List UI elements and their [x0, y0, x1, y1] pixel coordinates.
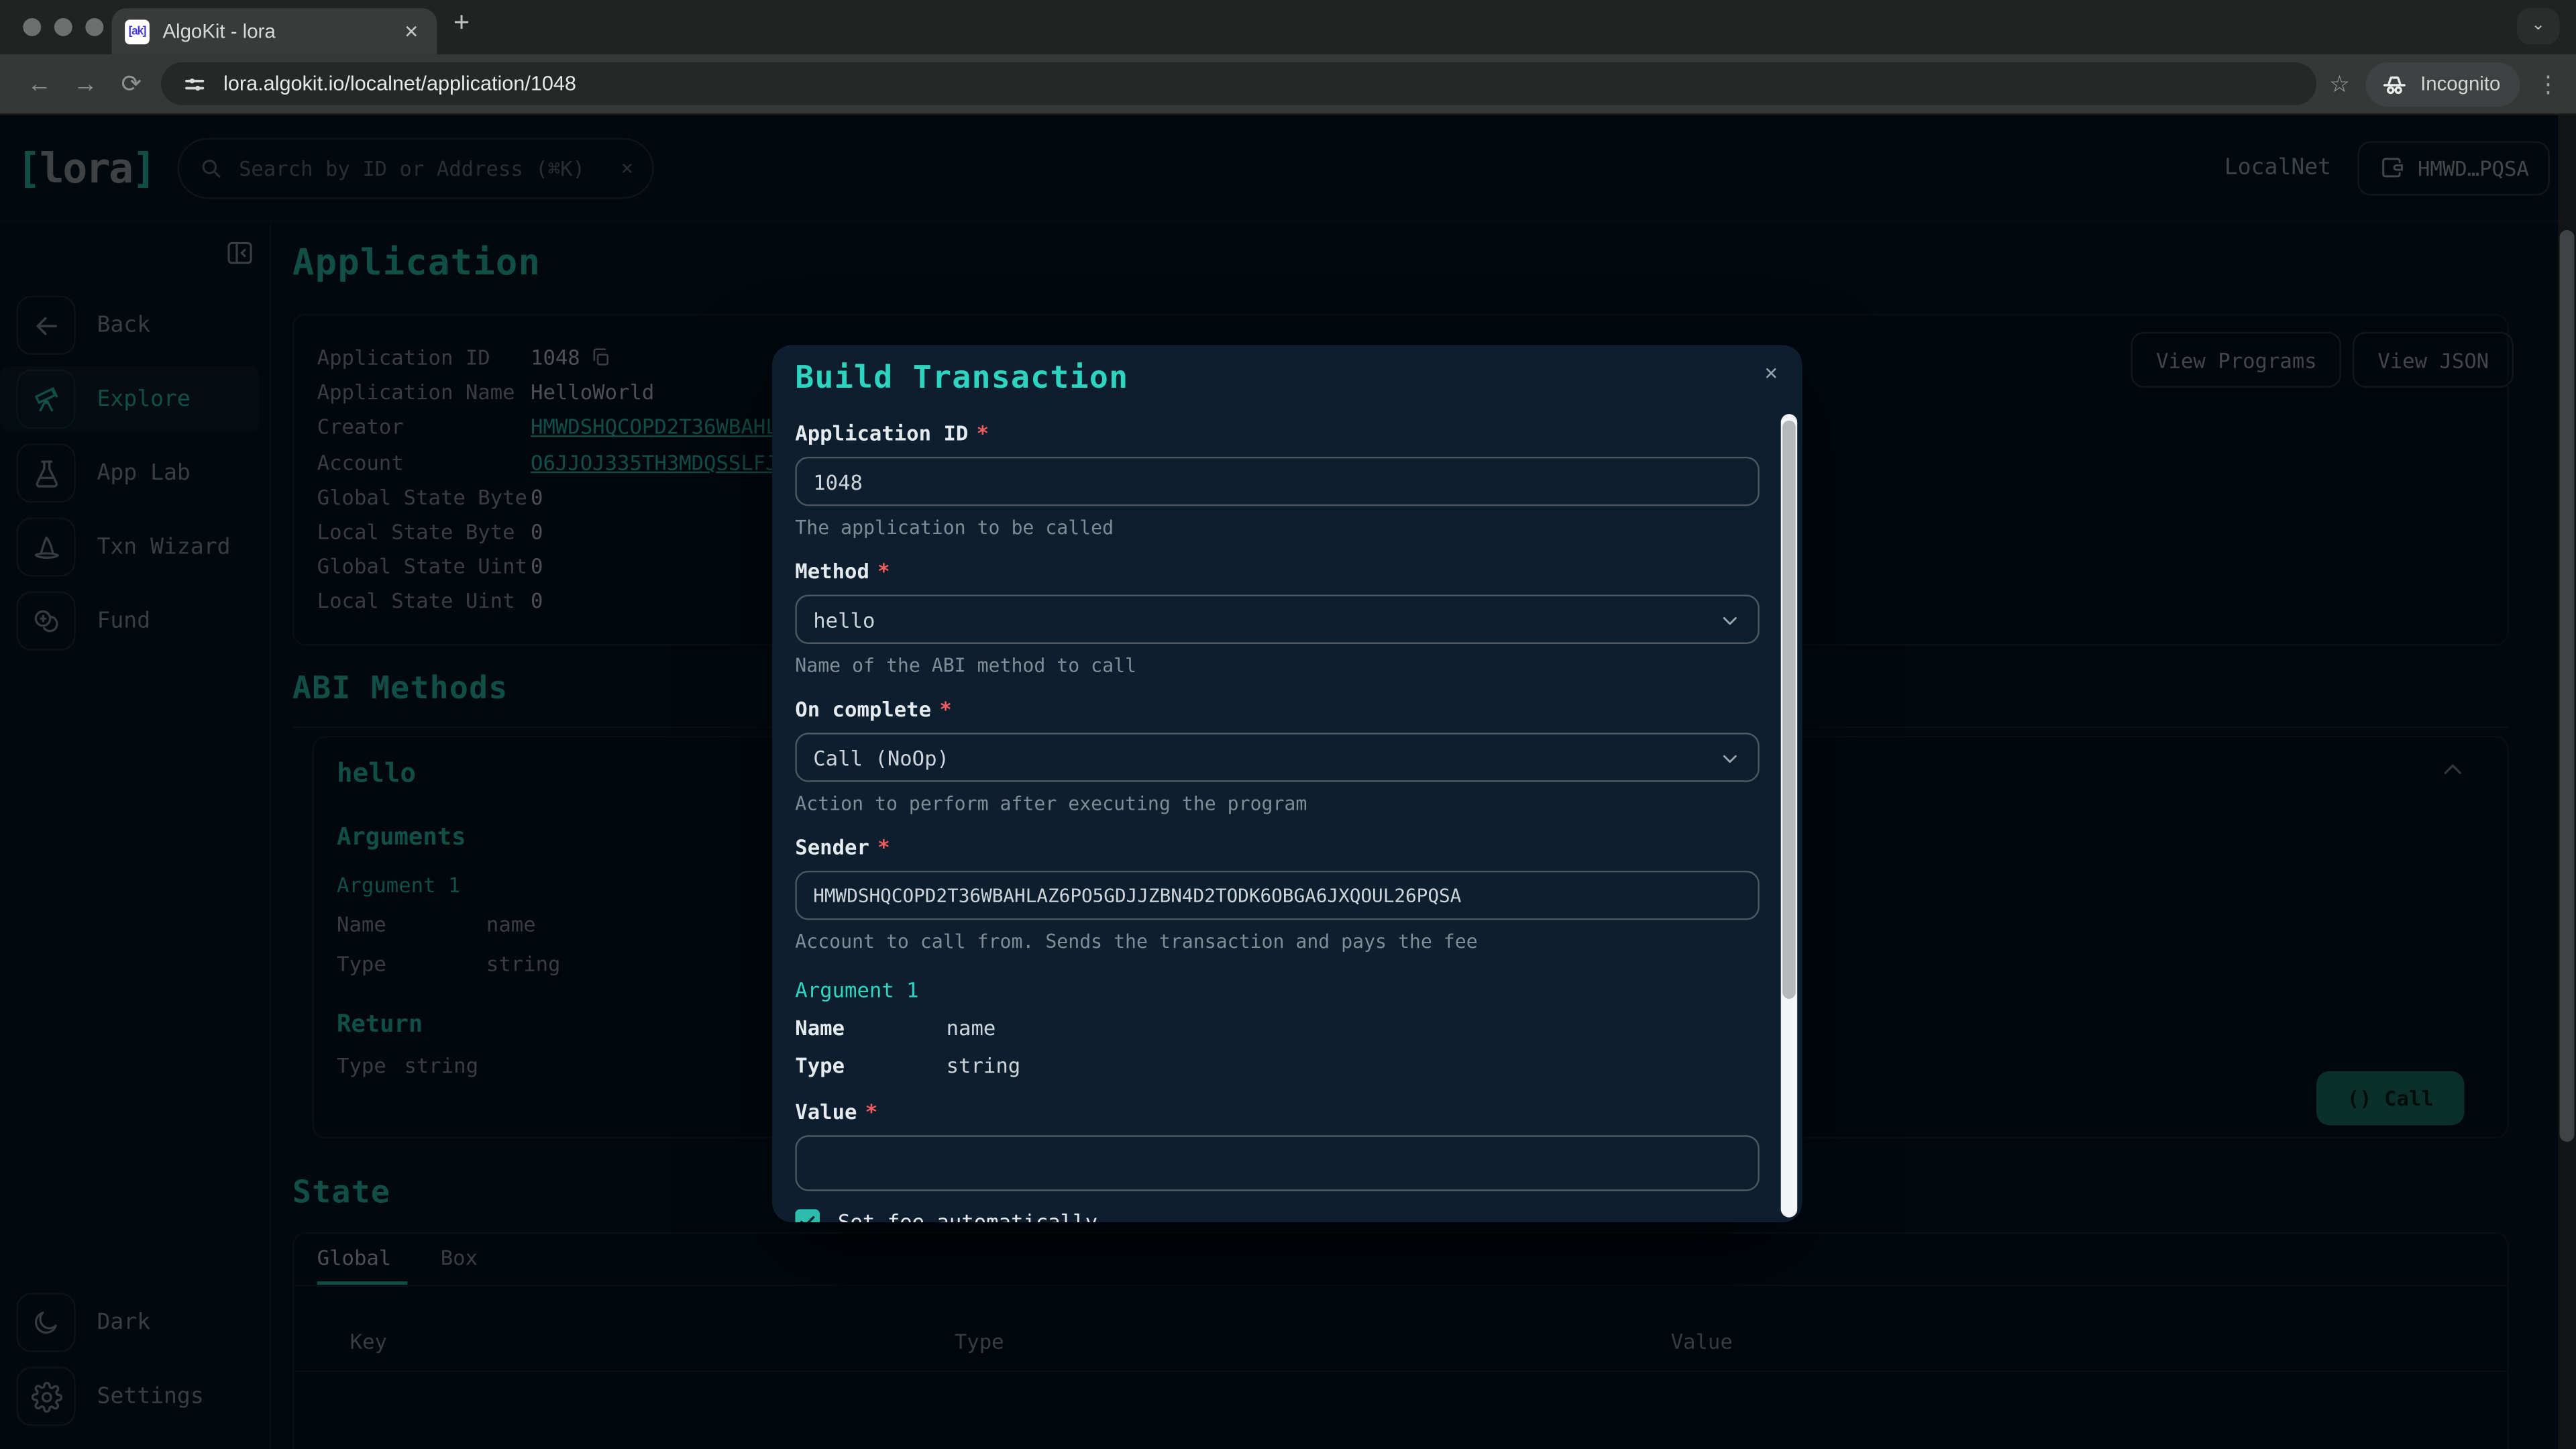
tab-title: AlgoKit - lora: [162, 19, 398, 42]
site-info-icon[interactable]: [180, 70, 209, 98]
modal-scrollbar-thumb[interactable]: [1782, 421, 1796, 999]
method-label: Method*: [795, 559, 1760, 584]
maximize-window-button[interactable]: [85, 18, 103, 36]
on-complete-helper: Action to perform after executing the pr…: [795, 792, 1760, 814]
on-complete-label: On complete*: [795, 696, 1760, 721]
chevron-down-icon: [1719, 610, 1741, 633]
modal-argument-type-row: Typestring: [795, 1053, 1760, 1078]
browser-menu-icon[interactable]: ⋮: [2536, 70, 2559, 98]
modal-scrollbar-track[interactable]: [1781, 414, 1797, 1218]
minimize-window-button[interactable]: [54, 18, 72, 36]
address-bar[interactable]: lora.algokit.io/localnet/application/104…: [161, 62, 2316, 105]
tab-favicon: [ak]: [125, 19, 150, 44]
incognito-label: Incognito: [2420, 72, 2500, 95]
chevron-down-icon: [1719, 747, 1741, 770]
app-id-label: Application ID*: [795, 421, 1760, 445]
browser-tab[interactable]: [ak] AlgoKit - lora ✕: [112, 8, 437, 54]
modal-body: Application ID* The application to be ca…: [795, 414, 1760, 1222]
sender-label: Sender*: [795, 835, 1760, 859]
url-text[interactable]: lora.algokit.io/localnet/application/104…: [223, 72, 576, 95]
on-complete-select[interactable]: Call (NoOp): [795, 733, 1760, 782]
sender-input[interactable]: [795, 871, 1760, 920]
browser-reload-button[interactable]: ⟳: [109, 69, 155, 99]
modal-argument-name-row: Namename: [795, 1015, 1760, 1040]
tab-close-icon[interactable]: ✕: [399, 21, 424, 42]
tab-search-button[interactable]: ⌄: [2517, 8, 2560, 44]
browser-forward-button[interactable]: →: [62, 70, 109, 98]
page-scrollbar-thumb[interactable]: [2560, 230, 2575, 1142]
incognito-badge: Incognito: [2366, 62, 2520, 106]
page-viewport: [lora] Search by ID or Address (⌘K) ✕ Lo…: [0, 115, 2576, 1449]
sender-helper: Account to call from. Sends the transact…: [795, 930, 1760, 953]
browser-tabstrip: [ak] AlgoKit - lora ✕ + ⌄: [0, 0, 2576, 54]
app-id-input[interactable]: [795, 457, 1760, 506]
close-window-button[interactable]: [23, 18, 41, 36]
bookmark-star-icon[interactable]: ☆: [2329, 70, 2350, 98]
modal-close-icon[interactable]: ✕: [1765, 362, 1778, 386]
set-fee-checkbox-label[interactable]: Set fee automatically: [838, 1209, 1097, 1222]
checkbox-checked-icon[interactable]: [795, 1209, 820, 1222]
modal-title: Build Transaction: [795, 360, 1128, 396]
set-fee-checkbox-row: Set fee automatically: [795, 1209, 1760, 1222]
method-select[interactable]: hello: [795, 595, 1760, 644]
page-scrollbar-track[interactable]: [2558, 115, 2576, 1449]
value-label: Value*: [795, 1099, 1760, 1124]
value-input[interactable]: [795, 1135, 1760, 1191]
window-controls[interactable]: [23, 18, 103, 36]
new-tab-button[interactable]: +: [453, 7, 470, 40]
modal-argument1-heading: Argument 1: [795, 977, 1760, 1002]
method-helper: Name of the ABI method to call: [795, 654, 1760, 677]
build-transaction-modal: Build Transaction ✕ Application ID* The …: [772, 345, 1803, 1222]
screen: [ak] AlgoKit - lora ✕ + ⌄ ← → ⟳ lora.alg…: [0, 0, 2576, 1449]
browser-back-button[interactable]: ←: [16, 70, 62, 98]
incognito-icon: [2381, 70, 2409, 98]
browser-toolbar: ← → ⟳ lora.algokit.io/localnet/applicati…: [0, 54, 2576, 115]
app-id-helper: The application to be called: [795, 516, 1760, 539]
